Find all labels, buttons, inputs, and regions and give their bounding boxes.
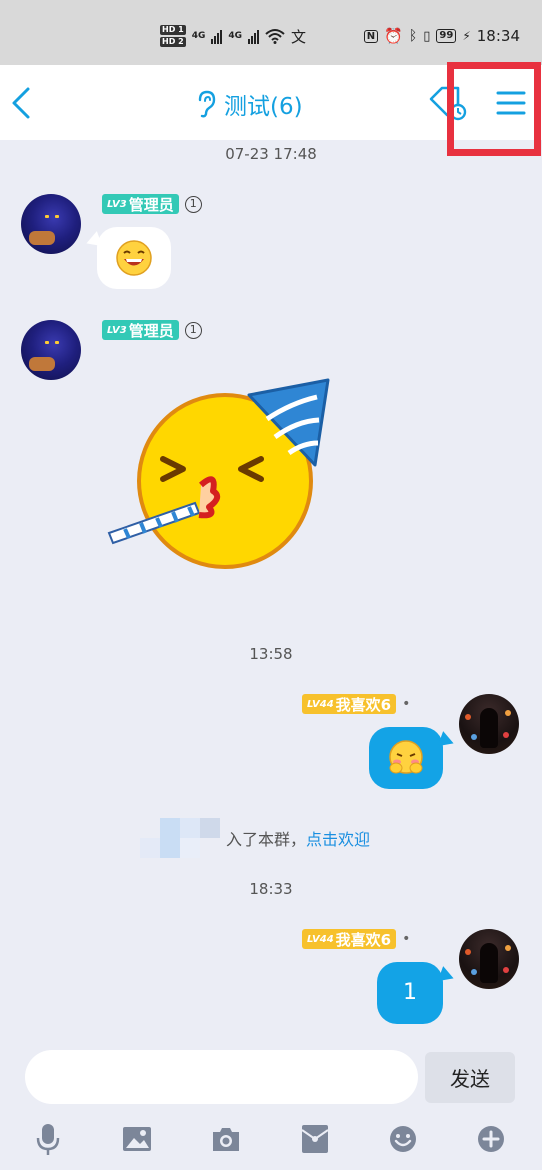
network2-label: 4G	[228, 31, 242, 41]
status-right: N ⏰ ᛒ ▯ 99 ⚡ 18:34	[363, 27, 520, 45]
bluetooth-icon: ᛒ	[408, 28, 418, 44]
avatar[interactable]	[459, 694, 519, 754]
sender-info: LV3 管理员 1	[102, 194, 202, 214]
dot-icon: •	[402, 931, 411, 947]
sender-info: LV44 我喜欢6 •	[302, 929, 410, 949]
avatar[interactable]	[21, 194, 81, 254]
alarm-icon: ⏰	[384, 27, 403, 45]
party-face-sticker[interactable]	[105, 375, 335, 575]
camera-icon[interactable]	[211, 1122, 241, 1156]
level-badge: LV3 管理员	[102, 320, 179, 340]
image-icon[interactable]	[122, 1122, 152, 1156]
join-notice: 入了本群， 点击欢迎	[140, 818, 370, 858]
chat-title: 测试(6)	[224, 94, 303, 120]
level-badge: LV3 管理员	[102, 194, 179, 214]
message-bubble[interactable]	[369, 727, 443, 789]
info-icon[interactable]: 1	[184, 321, 202, 339]
message-bubble[interactable]	[97, 227, 171, 289]
sim2-label: HD 2	[160, 37, 186, 47]
nfc-icon: N	[363, 29, 379, 43]
chat-title-area[interactable]: 测试(6)	[196, 87, 303, 121]
hd-indicator: HD 1 HD 2	[160, 24, 186, 48]
timestamp: 07-23 17:48	[225, 145, 317, 163]
blushing-face-emoji	[389, 740, 423, 774]
avatar[interactable]	[21, 320, 81, 380]
vibrate-icon: ▯	[423, 28, 431, 44]
emoji-icon[interactable]	[388, 1122, 418, 1156]
join-text: 入了本群，	[226, 830, 307, 849]
level-badge: LV44 我喜欢6	[302, 694, 397, 714]
blurred-username	[140, 818, 220, 858]
info-icon[interactable]: 1	[184, 195, 202, 213]
level-badge: LV44 我喜欢6	[302, 929, 397, 949]
avatar[interactable]	[459, 929, 519, 989]
welcome-link[interactable]: 点击欢迎	[306, 826, 370, 850]
plus-icon[interactable]	[476, 1122, 506, 1156]
highlight-box	[447, 62, 541, 156]
timestamp: 13:58	[249, 645, 293, 663]
ear-icon	[198, 90, 216, 118]
back-icon[interactable]	[6, 83, 38, 123]
status-bar: HD 1 HD 2 4G 4G 文 N ⏰ ᛒ ▯ 99 ⚡ 18:34	[0, 0, 542, 65]
message-text: 1	[403, 980, 417, 1005]
sim1-label: HD 1	[160, 25, 186, 35]
status-left: HD 1 HD 2 4G 4G 文	[160, 24, 306, 48]
charging-icon: ⚡	[462, 29, 471, 43]
send-button[interactable]: 发送	[425, 1052, 515, 1103]
sender-info: LV3 管理员 1	[102, 320, 202, 340]
timestamp: 18:33	[249, 880, 293, 898]
clock: 18:34	[476, 27, 520, 45]
sender-info: LV44 我喜欢6 •	[302, 694, 410, 714]
dot-icon: •	[402, 696, 411, 712]
signal-icon-2	[248, 28, 259, 44]
message-bubble[interactable]: 1	[377, 962, 443, 1024]
network1-label: 4G	[191, 31, 206, 41]
message-input[interactable]	[25, 1050, 418, 1104]
microphone-icon[interactable]	[33, 1122, 63, 1156]
red-packet-icon[interactable]	[300, 1122, 330, 1156]
toolbar	[0, 1122, 542, 1162]
text-mode-icon: 文	[291, 27, 307, 46]
wifi-icon	[265, 29, 285, 44]
input-area: 发送	[0, 1040, 542, 1170]
battery-icon: 99	[436, 29, 457, 43]
laughing-face-emoji	[116, 240, 152, 276]
signal-icon	[211, 28, 223, 44]
